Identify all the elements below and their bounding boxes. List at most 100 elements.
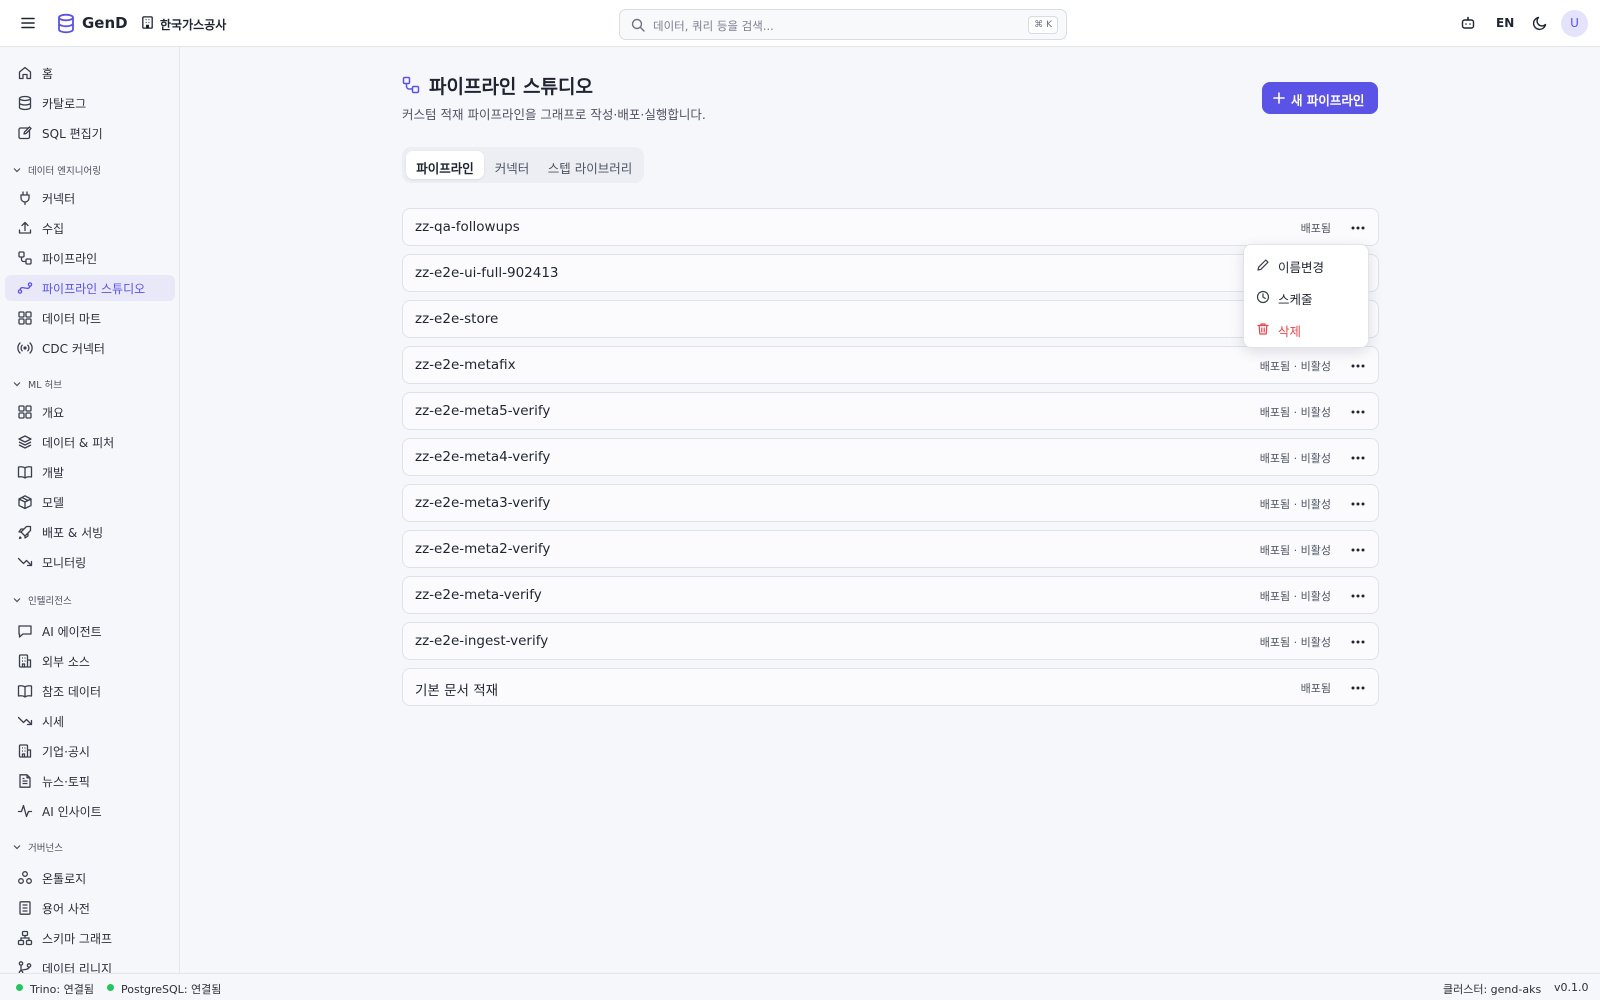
chevron-down-icon bbox=[12, 379, 22, 389]
tab-label: 파이프라인 bbox=[416, 161, 474, 176]
menu-item-rename[interactable]: 이름변경 bbox=[1250, 251, 1364, 279]
new-pipeline-label: 새 파이프라인 bbox=[1291, 93, 1365, 108]
sidebar-item-overview[interactable]: 개요 bbox=[5, 399, 175, 425]
sidebar-item-glossary[interactable]: 용어 사전 bbox=[5, 895, 175, 921]
more-horizontal-icon[interactable] bbox=[1348, 678, 1368, 698]
activity-icon bbox=[17, 803, 33, 819]
sidebar-item-data-lineage[interactable]: 데이터 리니지 bbox=[5, 955, 175, 973]
sidebar-item-corporate-disclosures[interactable]: 기업·공시 bbox=[5, 738, 175, 764]
logo-icon bbox=[56, 13, 76, 34]
more-horizontal-icon[interactable] bbox=[1348, 402, 1368, 422]
sidebar-item-pipeline-studio[interactable]: 파이프라인 스튜디오 bbox=[5, 275, 175, 301]
search-icon bbox=[631, 18, 645, 32]
sidebar-item-ontology[interactable]: 온톨로지 bbox=[5, 865, 175, 891]
file-text-icon bbox=[17, 773, 33, 789]
pipeline-status: 배포됨 · 비활성 bbox=[1259, 406, 1331, 419]
chevron-down-icon bbox=[12, 842, 22, 852]
home-icon bbox=[17, 65, 33, 81]
sidebar-item-label: 용어 사전 bbox=[42, 902, 90, 916]
bot-icon[interactable] bbox=[1460, 15, 1476, 31]
tab-label: 커넥터 bbox=[494, 161, 530, 176]
sidebar-item-ingest[interactable]: 수집 bbox=[5, 215, 175, 241]
chevron-down-icon bbox=[12, 595, 22, 605]
pipeline-row[interactable]: zz-e2e-meta2-verify 배포됨 · 비활성 bbox=[402, 530, 1379, 568]
sidebar-item-external-sources[interactable]: 외부 소스 bbox=[5, 648, 175, 674]
sidebar-item-monitoring[interactable]: 모니터링 bbox=[5, 549, 175, 575]
pipeline-row[interactable]: zz-e2e-ui-full-902413 bbox=[402, 254, 1379, 292]
pipeline-row[interactable]: zz-e2e-meta5-verify 배포됨 · 비활성 bbox=[402, 392, 1379, 430]
pipeline-row[interactable]: zz-qa-followups 배포됨 bbox=[402, 208, 1379, 246]
brand-name[interactable]: GenD bbox=[82, 14, 128, 32]
sidebar-item-data-features[interactable]: 데이터 & 피처 bbox=[5, 429, 175, 455]
moon-icon[interactable] bbox=[1532, 15, 1548, 31]
pipeline-row[interactable]: zz-e2e-meta3-verify 배포됨 · 비활성 bbox=[402, 484, 1379, 522]
more-horizontal-icon[interactable] bbox=[1348, 632, 1368, 652]
sidebar-item-connectors[interactable]: 커넥터 bbox=[5, 185, 175, 211]
avatar[interactable]: U bbox=[1561, 10, 1588, 37]
sidebar-item-label: 파이프라인 스튜디오 bbox=[42, 282, 146, 296]
workflow-icon bbox=[17, 250, 33, 266]
trino-status: Trino: 연결됨 bbox=[30, 983, 94, 996]
sidebar-item-label: 개요 bbox=[42, 406, 65, 420]
sidebar-item-label: 온톨로지 bbox=[42, 872, 87, 886]
more-horizontal-icon[interactable] bbox=[1348, 448, 1368, 468]
sidebar-item-development[interactable]: 개발 bbox=[5, 459, 175, 485]
sidebar-item-home[interactable]: 홈 bbox=[5, 60, 175, 86]
search-placeholder: 데이터, 쿼리 등을 검색... bbox=[653, 19, 774, 33]
pipeline-row[interactable]: 기본 문서 적재 배포됨 bbox=[402, 668, 1379, 706]
sidebar-item-label: 모니터링 bbox=[42, 556, 87, 570]
sidebar-item-catalog[interactable]: 카탈로그 bbox=[5, 90, 175, 116]
sidebar-item-label: AI 에이전트 bbox=[42, 625, 102, 639]
database-icon bbox=[17, 95, 33, 111]
pipeline-status: 배포됨 · 비활성 bbox=[1259, 360, 1331, 373]
sidebar-item-label: 시세 bbox=[42, 715, 65, 729]
more-horizontal-icon[interactable] bbox=[1348, 540, 1368, 560]
more-horizontal-icon[interactable] bbox=[1348, 356, 1368, 376]
tab-label: 스텝 라이브러리 bbox=[547, 161, 633, 176]
more-horizontal-icon[interactable] bbox=[1348, 218, 1368, 238]
building-icon bbox=[17, 743, 33, 759]
sidebar-item-models[interactable]: 모델 bbox=[5, 489, 175, 515]
cluster-info: 클러스터: gend-aks bbox=[1443, 983, 1542, 996]
sidebar-item-sql-editor[interactable]: SQL 편집기 bbox=[5, 120, 175, 146]
menu-icon[interactable] bbox=[18, 13, 38, 33]
book-icon bbox=[17, 464, 33, 480]
sidebar-item-reference-data[interactable]: 참조 데이터 bbox=[5, 678, 175, 704]
sidebar-item-cdc-connectors[interactable]: CDC 커넥터 bbox=[5, 335, 175, 361]
sidebar-item-market-prices[interactable]: 시세 bbox=[5, 708, 175, 734]
grid-icon bbox=[17, 310, 33, 326]
spline-icon bbox=[17, 280, 33, 296]
pipeline-row[interactable]: zz-e2e-meta-verify 배포됨 · 비활성 bbox=[402, 576, 1379, 614]
pipeline-row[interactable]: zz-e2e-ingest-verify 배포됨 · 비활성 bbox=[402, 622, 1379, 660]
sidebar-item-pipelines[interactable]: 파이프라인 bbox=[5, 245, 175, 271]
search-input[interactable]: 데이터, 쿼리 등을 검색... ⌘ K bbox=[619, 9, 1067, 40]
pencil-icon bbox=[1256, 258, 1270, 272]
tab-connectors[interactable]: 커넥터 bbox=[486, 151, 538, 179]
postgres-status: PostgreSQL: 연결됨 bbox=[121, 983, 222, 996]
pipeline-row[interactable]: zz-e2e-meta4-verify 배포됨 · 비활성 bbox=[402, 438, 1379, 476]
pipeline-name: zz-e2e-meta2-verify bbox=[415, 541, 551, 557]
sidebar-item-schema-graph[interactable]: 스키마 그래프 bbox=[5, 925, 175, 951]
pipeline-context-menu: 이름변경 스케줄 삭제 bbox=[1243, 244, 1369, 348]
sidebar-item-ai-agents[interactable]: AI 에이전트 bbox=[5, 618, 175, 644]
sidebar-item-data-mart[interactable]: 데이터 마트 bbox=[5, 305, 175, 331]
sidebar-item-ai-insights[interactable]: AI 인사이트 bbox=[5, 798, 175, 824]
tab-step-library[interactable]: 스텝 라이브러리 bbox=[540, 151, 640, 179]
grid-icon bbox=[17, 404, 33, 420]
tab-pipelines[interactable]: 파이프라인 bbox=[406, 151, 484, 179]
sidebar-item-news-topics[interactable]: 뉴스·토픽 bbox=[5, 768, 175, 794]
menu-item-schedule[interactable]: 스케줄 bbox=[1250, 283, 1364, 311]
sidebar-item-deploy-serving[interactable]: 배포 & 서빙 bbox=[5, 519, 175, 545]
menu-item-delete[interactable]: 삭제 bbox=[1250, 315, 1364, 343]
more-horizontal-icon[interactable] bbox=[1348, 494, 1368, 514]
pipeline-name: zz-e2e-meta-verify bbox=[415, 587, 542, 603]
sidebar-item-label: 스키마 그래프 bbox=[42, 932, 113, 946]
language-toggle[interactable]: EN bbox=[1496, 16, 1514, 30]
more-horizontal-icon[interactable] bbox=[1348, 586, 1368, 606]
sidebar-item-label: 데이터 리니지 bbox=[42, 962, 113, 973]
org-selector[interactable]: 한국가스공사 bbox=[160, 16, 226, 33]
clock-icon bbox=[1256, 290, 1270, 304]
pipeline-row[interactable]: zz-e2e-metafix 배포됨 · 비활성 bbox=[402, 346, 1379, 384]
new-pipeline-button[interactable]: 새 파이프라인 bbox=[1262, 82, 1378, 114]
pipeline-row[interactable]: zz-e2e-store bbox=[402, 300, 1379, 338]
